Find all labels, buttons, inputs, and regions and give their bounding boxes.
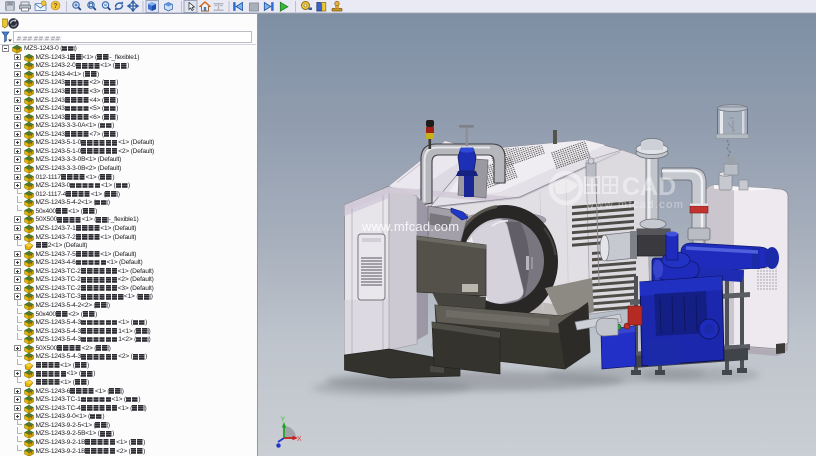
svg-text:Y: Y: [281, 417, 286, 424]
svg-text:www.mfcad.com: www.mfcad.com: [585, 199, 684, 211]
svg-text:CAD: CAD: [622, 173, 676, 201]
svg-text:?: ?: [53, 3, 57, 10]
svg-text:X: X: [297, 436, 302, 443]
svg-text:www.mfcad.com: www.mfcad.com: [361, 219, 459, 234]
